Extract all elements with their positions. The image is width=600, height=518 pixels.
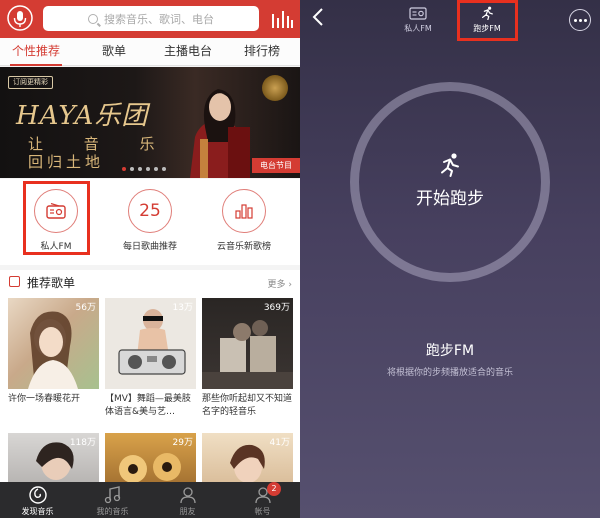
tab-charts[interactable]: 排行榜 [232,38,292,66]
highlight-box-private-fm [23,181,90,255]
banner-line-2: 回归土地 [28,153,105,171]
friends-icon [180,487,196,504]
start-running-label: 开始跑步 [416,189,484,209]
playlist-cover: 13万 [105,298,196,389]
nav-account[interactable]: 2 帐号 [225,482,300,518]
playlist-card[interactable]: 13万 【MV】舞蹈—最美肢体语言&美与艺… [105,298,196,421]
page-dot [146,167,150,171]
banner-pagination [122,167,166,171]
playlist-cover: 56万 [8,298,99,389]
bottom-nav: 发现音乐 我的音乐 朋友 2 帐号 [0,482,300,518]
tab-radio[interactable]: 主播电台 [158,38,218,66]
play-count: 56万 [75,303,96,313]
page-dot [130,167,134,171]
nav-friends[interactable]: 朋友 [150,482,225,518]
tab-label: 私人FM [404,24,432,33]
back-icon[interactable] [308,6,328,28]
discover-music-icon [29,486,47,504]
playlist-section-icon [9,276,20,287]
nav-label: 帐号 [254,507,271,516]
search-icon [88,13,98,24]
chart-icon [222,189,266,233]
start-running-button[interactable] [350,82,550,282]
music-note-icon [104,486,121,504]
radio-icon [409,7,427,20]
section-title: 推荐歌单 [27,276,76,290]
banner-artist-image [190,89,250,178]
recommended-playlists-header: 推荐歌单 更多 › [0,270,300,296]
calendar-day: 25 [139,201,161,221]
microphone-icon[interactable] [6,4,34,32]
banner-logo [262,75,288,101]
page-dot [122,167,126,171]
banner-title: HAYA乐团 [16,101,149,131]
playlist-card[interactable]: 369万 那些你听起却又不知道名字的轻音乐 [202,298,293,421]
discover-screen: 搜索音乐、歌词、电台 个性推荐 歌单 主播电台 排行榜 订阅更精彩 HAYA乐团… [0,0,300,518]
play-count: 13万 [172,303,193,313]
top-bar: 搜索音乐、歌词、电台 [0,0,300,38]
daily-recommend-label: 每日歌曲推荐 [122,242,177,252]
nav-label: 发现音乐 [21,507,54,516]
new-songs-chart-label: 云音乐新歌榜 [216,242,271,252]
play-count: 41万 [269,438,290,448]
banner-badge: 电台节目 [252,158,300,173]
playlist-grid: 56万 许你一场春暖花开 13万 【MV】舞蹈—最美肢体语言&美与艺… 369万… [0,296,300,518]
running-fm-screen: 私人FM 跑步FM 开始跑步 跑步FM 将根据你的步频播放适合的音乐 [300,0,600,518]
banner-tag: 订阅更精彩 [8,76,53,89]
nav-label: 我的音乐 [96,507,129,516]
calendar-icon: 25 [128,189,172,233]
search-placeholder: 搜索音乐、歌词、电台 [104,12,214,26]
page-dot [138,167,142,171]
playlist-title: 【MV】舞蹈—最美肢体语言&美与艺… [105,394,191,417]
nav-label: 朋友 [179,507,196,516]
more-link[interactable]: 更多 › [268,277,292,290]
category-tabs: 个性推荐 歌单 主播电台 排行榜 [0,38,300,66]
play-count: 369万 [263,303,290,313]
tab-recommend[interactable]: 个性推荐 [6,38,66,66]
play-count: 118万 [69,438,96,448]
screenshot: 搜索音乐、歌词、电台 个性推荐 歌单 主播电台 排行榜 订阅更精彩 HAYA乐团… [0,0,600,518]
page-dot [162,167,166,171]
more-options-icon[interactable] [569,9,591,31]
search-input[interactable]: 搜索音乐、歌词、电台 [43,6,259,31]
highlight-box-running-fm [457,0,518,41]
notification-badge: 2 [267,482,281,496]
playlist-title: 那些你听起却又不知道名字的轻音乐 [202,394,293,417]
playlist-card[interactable]: 56万 许你一场春暖花开 [8,298,99,421]
daily-recommend-entry[interactable]: 25 每日歌曲推荐 [110,179,190,265]
nav-discover[interactable]: 发现音乐 [0,482,75,518]
play-count: 29万 [172,438,193,448]
running-fm-description: 将根据你的步频播放适合的音乐 [386,368,513,378]
tab-playlists[interactable]: 歌单 [84,38,144,66]
new-songs-chart-entry[interactable]: 云音乐新歌榜 [204,179,284,265]
page-dot [154,167,158,171]
running-icon [441,153,459,177]
tab-private-fm[interactable]: 私人FM [396,4,440,36]
running-fm-title: 跑步FM [425,343,475,359]
now-playing-icon[interactable] [270,8,294,30]
nav-my-music[interactable]: 我的音乐 [75,482,150,518]
playlist-cover: 369万 [202,298,293,389]
promo-banner[interactable]: 订阅更精彩 HAYA乐团 让 音 乐 回归土地 电台节目 [0,67,300,178]
playlist-title: 许你一场春暖花开 [8,394,81,404]
